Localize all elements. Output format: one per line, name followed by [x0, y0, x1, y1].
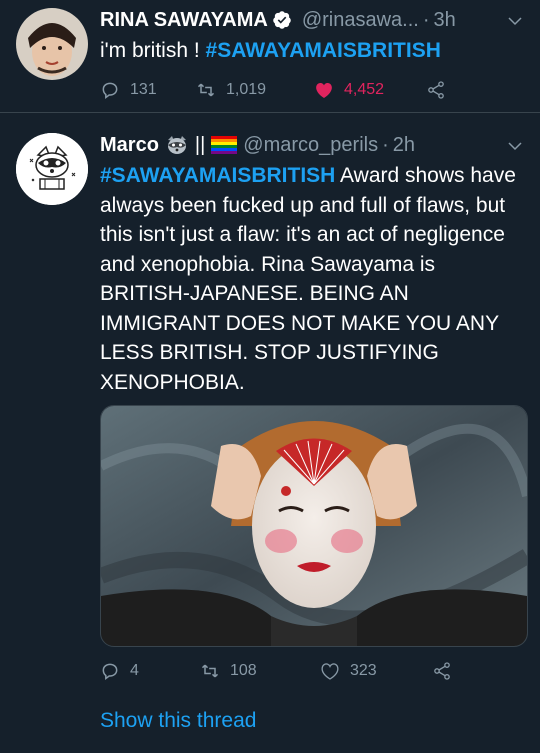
like-count: 323 — [350, 662, 377, 679]
avatar-rina[interactable] — [16, 8, 88, 80]
retweet-count: 1,019 — [226, 81, 267, 98]
retweet-icon — [201, 664, 219, 678]
name-separator: || — [194, 134, 206, 156]
raccoon-emoji-icon — [167, 136, 186, 154]
rainbow-flag-icon — [211, 136, 238, 154]
retweet-count: 108 — [230, 662, 257, 679]
reply-count: 131 — [130, 81, 157, 98]
tweet-text-plain: i'm british ! — [100, 39, 206, 62]
tweet-text-body: Award shows have always been fucked up a… — [100, 164, 516, 394]
hashtag-link[interactable]: #SAWAYAMAISBRITISH — [100, 164, 335, 187]
tweet-header: Marco || @marco_perils · 2h — [100, 131, 526, 159]
display-name[interactable]: RINA SAWAYAMA — [100, 6, 268, 34]
show-thread-link[interactable]: Show this thread — [100, 709, 256, 733]
chevron-down-icon[interactable] — [506, 137, 524, 155]
reply-count: 4 — [130, 662, 139, 679]
reply-button[interactable]: 131 — [100, 80, 196, 100]
heart-icon — [321, 663, 339, 680]
reply-button[interactable]: 4 — [100, 661, 200, 681]
avatar-marco[interactable] — [16, 133, 88, 205]
share-button[interactable] — [432, 661, 462, 681]
heart-icon — [316, 82, 332, 98]
like-button[interactable]: 4,452 — [314, 80, 426, 100]
tweet-marco-content: Marco || @marco_perils · 2h #SAWAYAMAISB… — [100, 131, 526, 397]
tweet-header: RINA SAWAYAMA @rinasawa... · 3h — [100, 6, 526, 34]
tweet-actions: 4 108 323 — [100, 661, 462, 681]
separator-dot: · — [422, 9, 430, 31]
tweet-actions: 131 1,019 4,452 — [100, 80, 456, 100]
retweet-button[interactable]: 1,019 — [196, 80, 314, 100]
avatar-rina-image — [16, 8, 88, 80]
verified-badge-icon — [273, 11, 291, 29]
avatar-marco-image — [16, 133, 88, 205]
retweet-icon — [197, 83, 215, 97]
tweet-marco[interactable]: Marco || @marco_perils · 2h #SAWAYAMAISB… — [0, 113, 540, 753]
photo-image — [101, 406, 527, 646]
handle[interactable]: @rinasawa... — [302, 6, 419, 34]
reply-icon — [102, 82, 118, 99]
handle[interactable]: @marco_perils — [243, 131, 378, 159]
timestamp[interactable]: 3h — [434, 6, 456, 34]
hashtag-link[interactable]: #SAWAYAMAISBRITISH — [206, 39, 441, 62]
share-icon — [428, 81, 444, 99]
reply-icon — [102, 663, 118, 680]
timestamp[interactable]: 2h — [393, 131, 415, 159]
like-button[interactable]: 323 — [320, 661, 432, 681]
separator-dot: · — [382, 134, 389, 156]
chevron-down-icon[interactable] — [506, 12, 524, 30]
tweet-rina-content: RINA SAWAYAMA @rinasawa... · 3h i'm brit… — [100, 6, 526, 66]
share-icon — [434, 662, 450, 680]
share-button[interactable] — [426, 80, 456, 100]
tweet-media-photo[interactable] — [100, 405, 528, 647]
like-count: 4,452 — [344, 81, 385, 98]
tweet-rina[interactable]: RINA SAWAYAMA @rinasawa... · 3h i'm brit… — [0, 0, 540, 112]
tweet-text: i'm british ! #SAWAYAMAISBRITISH — [100, 36, 526, 66]
display-name[interactable]: Marco — [100, 131, 159, 159]
tweet-text: #SAWAYAMAISBRITISH Award shows have alwa… — [100, 161, 526, 397]
retweet-button[interactable]: 108 — [200, 661, 320, 681]
